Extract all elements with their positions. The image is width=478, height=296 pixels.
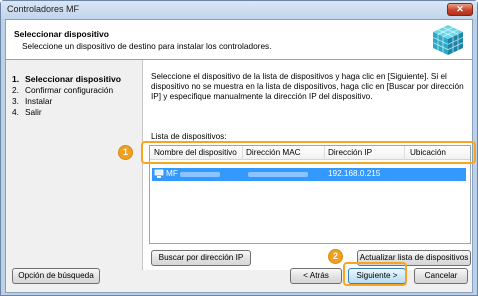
step-label: Instalar: [25, 96, 53, 106]
window-title: Controladores MF: [7, 4, 80, 14]
redacted-mac: [248, 172, 308, 177]
device-row[interactable]: MF 192.168.0.215: [152, 168, 466, 181]
search-options-button[interactable]: Opción de búsqueda: [12, 268, 100, 284]
page-title: Seleccionar dispositivo: [14, 29, 109, 39]
installer-window: Controladores MF ✕ Seleccionar dispositi…: [0, 0, 478, 296]
wizard-header: Seleccionar dispositivo Seleccione un di…: [6, 20, 472, 60]
search-by-ip-button[interactable]: Buscar por dirección IP: [151, 250, 251, 266]
step-item: 3. Instalar: [12, 96, 142, 106]
step-label: Confirmar configuración: [25, 85, 114, 95]
redacted-name: [180, 172, 220, 177]
step-item: 2. Confirmar configuración: [12, 85, 142, 95]
device-icon: [154, 169, 164, 178]
printer-cube-icon: [432, 25, 464, 55]
step-label: Seleccionar dispositivo: [25, 74, 121, 84]
ip-address-cell: 192.168.0.215: [328, 169, 381, 178]
cancel-button[interactable]: Cancelar: [414, 268, 468, 284]
step-number: 1.: [12, 74, 20, 84]
wizard-steps: 1. Seleccionar dispositivo 2. Confirmar …: [12, 74, 142, 118]
step-item: 4. Salir: [12, 107, 142, 117]
close-icon: ✕: [456, 4, 464, 14]
instructions-text: Seleccione el dispositivo de la lista de…: [151, 72, 464, 101]
title-bar[interactable]: Controladores MF ✕: [1, 1, 477, 19]
page-subtitle: Seleccione un dispositivo de destino par…: [22, 41, 272, 51]
device-name-cell: MF: [166, 169, 178, 178]
step-number: 2.: [12, 85, 19, 95]
content-panel: Seleccione el dispositivo de la lista de…: [142, 60, 472, 270]
callout-2-badge: 2: [328, 249, 343, 264]
callout-1-outline: [141, 141, 476, 164]
back-button[interactable]: < Atrás: [290, 268, 342, 284]
step-number: 4.: [12, 107, 19, 117]
device-list-label: Lista de dispositivos:: [151, 132, 227, 141]
close-button[interactable]: ✕: [447, 3, 473, 16]
callout-2-outline: [343, 262, 407, 286]
callout-1-badge: 1: [118, 145, 133, 160]
step-item: 1. Seleccionar dispositivo: [12, 74, 142, 84]
step-label: Salir: [25, 107, 42, 117]
step-number: 3.: [12, 96, 19, 106]
